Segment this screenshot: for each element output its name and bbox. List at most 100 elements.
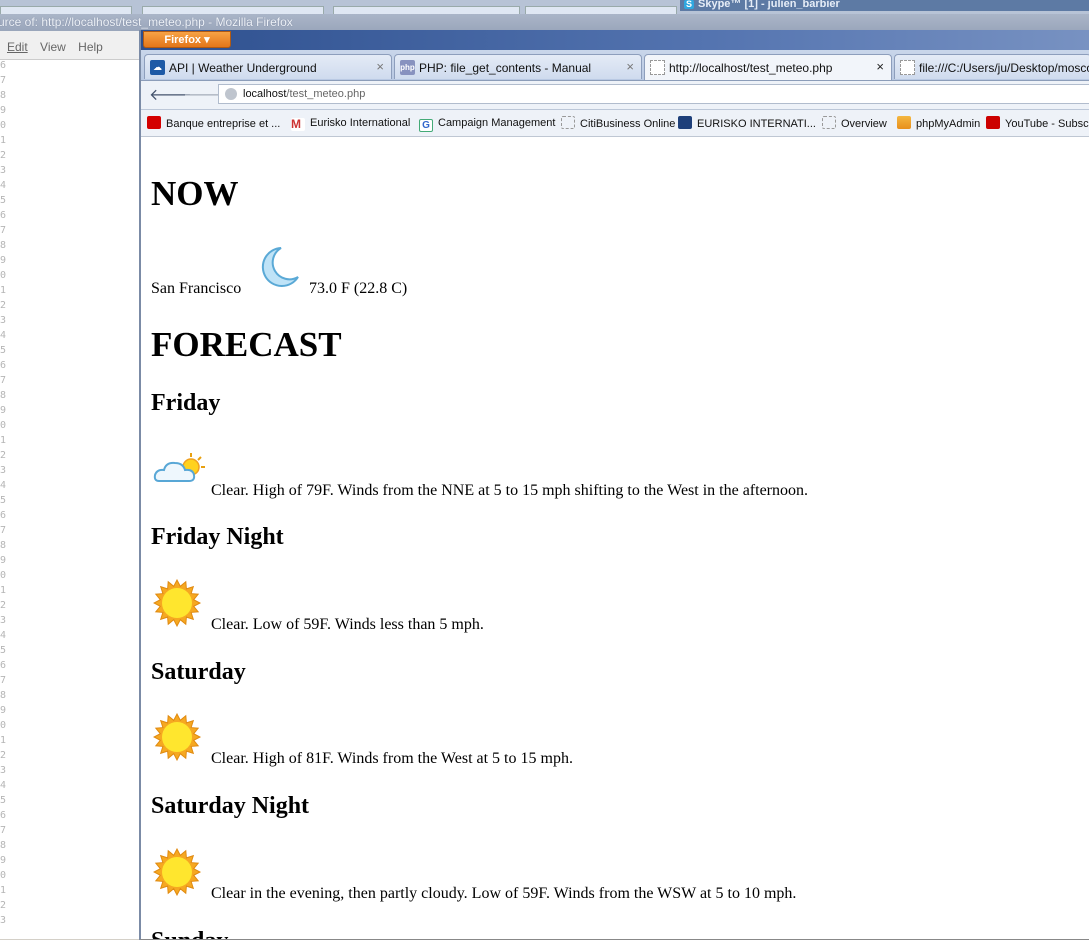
bookmark-phpmyadmin[interactable]: phpMyAdmin (897, 116, 980, 132)
line-number: 9 (0, 705, 7, 716)
bookmark-label: CitiBusiness Online (580, 118, 676, 130)
back-button[interactable]: 🡐 (149, 85, 192, 105)
bookmark-banque[interactable]: Banque entreprise et ... (147, 116, 280, 132)
firefox-menu-button[interactable]: Firefox ▾ (143, 31, 231, 48)
line-number: 2 (0, 300, 7, 311)
line-number: 1 (0, 435, 7, 446)
line-number: 2 (0, 900, 7, 911)
google-icon: G (419, 119, 433, 132)
bookmarks-toolbar: Banque entreprise et ... M Eurisko Intern… (141, 110, 1089, 137)
firefox-titlebar[interactable]: Firefox ▾ (141, 30, 1089, 50)
close-icon[interactable]: × (376, 59, 384, 74)
tab-weather-underground[interactable]: ☁ API | Weather Underground × (144, 54, 392, 79)
line-number: 4 (0, 180, 7, 191)
line-number: 5 (0, 795, 7, 806)
firefox-window: Firefox ▾ ☁ API | Weather Underground × … (139, 30, 1089, 940)
line-number: 7 (0, 75, 7, 86)
blank-page-icon (561, 116, 575, 129)
bookmark-overview[interactable]: Overview (822, 116, 887, 132)
current-city: San Francisco (151, 280, 242, 297)
url-bar[interactable]: localhost/test_meteo.php (218, 84, 1089, 104)
forecast-day: Saturday Night (151, 793, 310, 819)
line-number: 6 (0, 510, 7, 521)
menu-edit[interactable]: Edit (7, 40, 28, 54)
tab-label: API | Weather Underground (169, 61, 317, 75)
bookmark-label: YouTube - Subscr (1005, 118, 1089, 130)
blank-page-favicon (900, 60, 915, 75)
close-icon[interactable]: × (876, 59, 884, 74)
bookmark-campaign-management[interactable]: G Campaign Management (419, 116, 555, 132)
bookmark-label: Campaign Management (438, 117, 556, 129)
bookmark-label: phpMyAdmin (916, 118, 981, 130)
line-number: 9 (0, 555, 7, 566)
now-heading: NOW (151, 174, 239, 213)
line-number: 5 (0, 645, 7, 656)
line-number: 8 (0, 540, 7, 551)
skype-icon: S (684, 0, 694, 9)
source-window-titlebar[interactable]: urce of: http://localhost/test_meteo.php… (0, 14, 1089, 31)
source-window-title: urce of: http://localhost/test_meteo.php… (0, 15, 293, 29)
phpmyadmin-icon (897, 116, 911, 129)
line-number: 0 (0, 270, 7, 281)
bookmark-label: EURISKO INTERNATI... (697, 118, 816, 130)
line-number: 3 (0, 915, 7, 926)
line-number: 4 (0, 480, 7, 491)
bookmark-eurisko-international[interactable]: M Eurisko International (291, 116, 410, 132)
line-number: 3 (0, 465, 7, 476)
line-number: 4 (0, 630, 7, 641)
line-number: 7 (0, 525, 7, 536)
hsbc-icon (147, 116, 161, 129)
line-number: 3 (0, 165, 7, 176)
tab-test-meteo[interactable]: http://localhost/test_meteo.php × (644, 54, 892, 80)
line-number: 1 (0, 885, 7, 896)
eurisko-icon (678, 116, 692, 129)
source-line-numbers: 6 7 8 9 0 1 2 3 4 5 6 7 8 9 0 1 2 3 4 5 6 7 8 9 0 1 2 3 4 5 6 7 8 9 0 1 2 3 4 5… (0, 60, 141, 939)
line-number: 4 (0, 780, 7, 791)
forecast-text: Clear. High of 79F. Winds from the NNE a… (211, 482, 809, 499)
blank-page-icon (822, 116, 836, 129)
line-number: 6 (0, 210, 7, 221)
skype-label: Skype™ [1] - julien_barbier (698, 0, 840, 10)
sun-icon (153, 713, 201, 761)
tab-moscow-file[interactable]: file:///C:/Users/ju/Desktop/moscow. (894, 54, 1089, 79)
menu-help[interactable]: Help (78, 40, 103, 54)
taskbar-strip: S Skype™ [1] - julien_barbier (0, 0, 1089, 15)
line-number: 3 (0, 615, 7, 626)
forecast-text: Clear in the evening, then partly cloudy… (211, 885, 797, 902)
forecast-day: Friday Night (151, 524, 284, 550)
bookmark-citibusiness[interactable]: CitiBusiness Online (561, 116, 675, 132)
bookmark-eurisko-internati[interactable]: EURISKO INTERNATI... (678, 116, 816, 132)
line-number: 8 (0, 240, 7, 251)
url-host: localhost (243, 88, 287, 100)
line-number: 6 (0, 60, 7, 71)
gmail-icon: M (291, 118, 305, 131)
url-text: localhost/test_meteo.php (243, 85, 365, 103)
line-number: 7 (0, 375, 7, 386)
blank-page-favicon (650, 60, 665, 75)
tab-php-manual[interactable]: php PHP: file_get_contents - Manual × (394, 54, 642, 79)
line-number: 7 (0, 225, 7, 236)
line-number: 2 (0, 600, 7, 611)
forward-button[interactable]: 🡒 (183, 85, 226, 105)
close-icon[interactable]: × (626, 59, 634, 74)
url-path: /test_meteo.php (286, 88, 366, 100)
bookmark-youtube[interactable]: YouTube - Subscr (986, 116, 1089, 132)
tab-label: PHP: file_get_contents - Manual (419, 61, 592, 75)
line-number: 5 (0, 495, 7, 506)
forecast-text: Clear. High of 81F. Winds from the West … (211, 750, 573, 767)
line-number: 1 (0, 135, 7, 146)
line-number: 9 (0, 255, 7, 266)
line-number: 1 (0, 285, 7, 296)
line-number: 8 (0, 390, 7, 401)
tab-label: file:///C:/Users/ju/Desktop/moscow. (919, 61, 1089, 75)
tab-label: http://localhost/test_meteo.php (669, 61, 833, 75)
line-number: 0 (0, 870, 7, 881)
line-number: 0 (0, 570, 7, 581)
line-number: 2 (0, 450, 7, 461)
line-number: 9 (0, 405, 7, 416)
page-content: NOW San Francisco 73.0 F (22.8 C) FORECA… (141, 137, 1089, 939)
menu-view[interactable]: View (40, 40, 66, 54)
line-number: 1 (0, 585, 7, 596)
line-number: 2 (0, 150, 7, 161)
skype-window-bar[interactable]: S Skype™ [1] - julien_barbier (680, 0, 1089, 11)
